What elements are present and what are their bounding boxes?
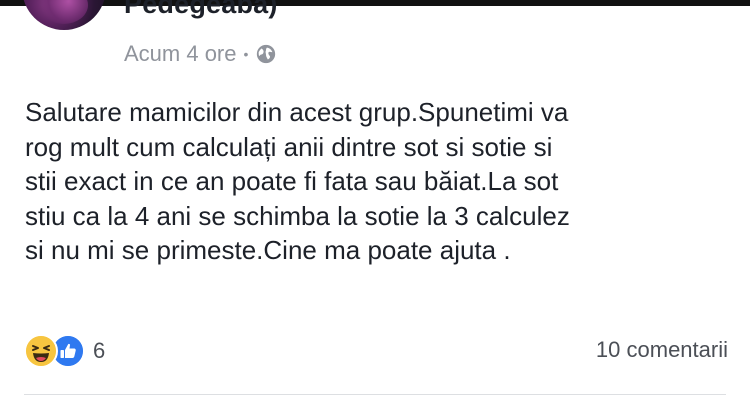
comments-count-link[interactable]: 10 comentarii xyxy=(596,337,728,363)
post-text-line: si nu mi se primeste.Cine ma poate ajuta… xyxy=(25,235,511,265)
author-avatar[interactable] xyxy=(22,0,106,30)
post-text-line: stii exact in ce an poate fi fata sau bă… xyxy=(25,166,559,196)
globe-icon xyxy=(257,44,276,64)
avatar-image xyxy=(40,0,88,24)
post-text-line: Salutare mamicilor din acest grup.Spunet… xyxy=(25,97,569,127)
reactions-summary[interactable]: 6 xyxy=(24,334,106,368)
reaction-count: 6 xyxy=(93,338,106,363)
top-bar xyxy=(0,0,750,6)
post-body: Salutare mamicilor din acest grup.Spunet… xyxy=(25,95,730,268)
haha-reaction-icon xyxy=(24,334,58,368)
post-timestamp[interactable]: Acum 4 ore xyxy=(124,41,237,67)
post-text-line: stiu ca la 4 ani se schimba la sotie la … xyxy=(25,200,570,231)
footer-divider xyxy=(24,394,726,395)
author-name[interactable]: Pedegeaba) xyxy=(124,0,278,20)
post-text-line: rog mult cum calculați anii dintre sot s… xyxy=(25,131,553,162)
meta-separator: • xyxy=(243,46,249,62)
post-meta: Acum 4 ore • xyxy=(124,40,277,68)
